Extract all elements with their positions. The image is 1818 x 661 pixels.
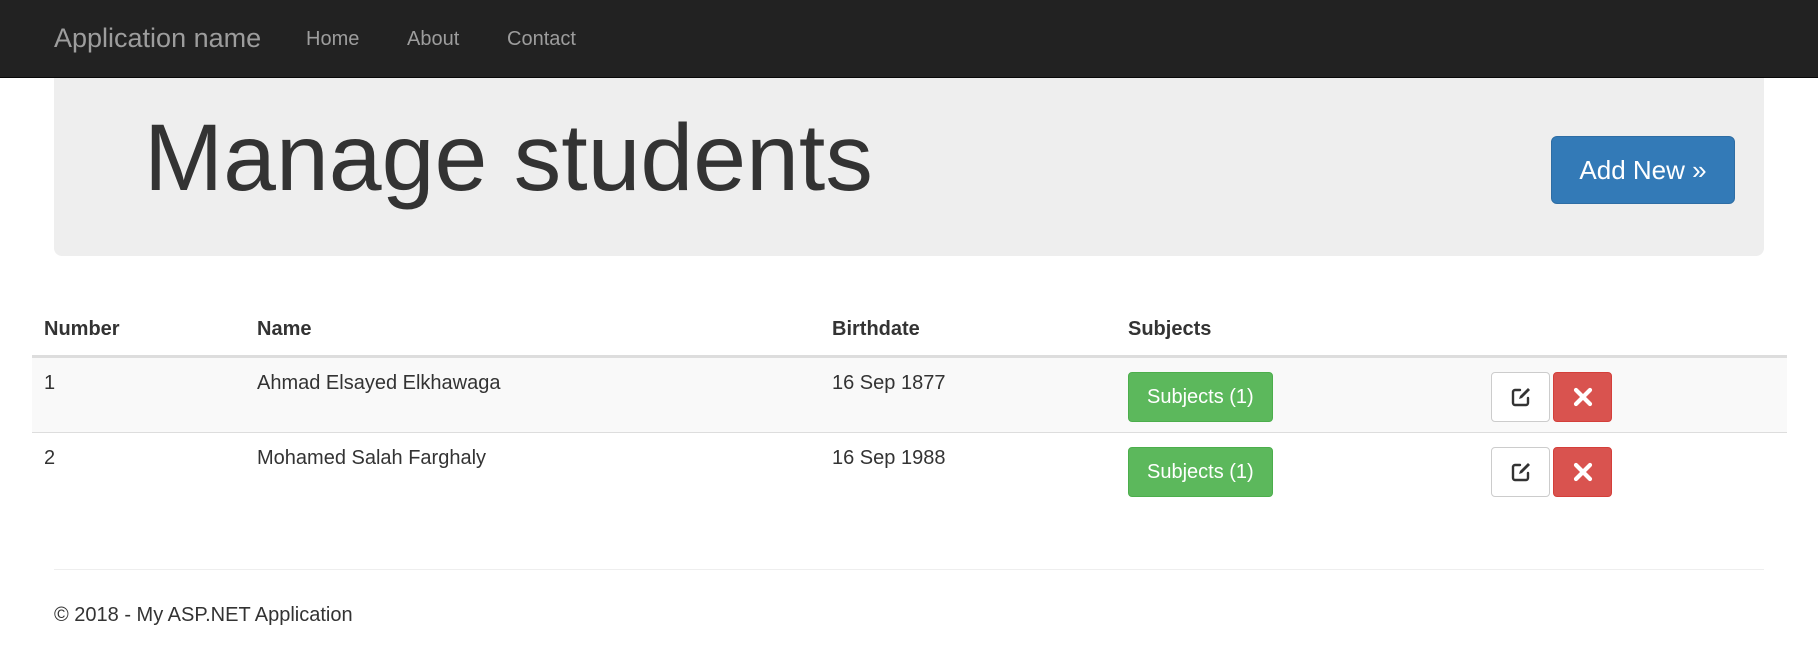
- student-birthdate: 16 Sep 1877: [820, 355, 1116, 432]
- subjects-button[interactable]: Subjects (1): [1128, 371, 1273, 422]
- table-header-row: Number Name Birthdate Subjects: [32, 305, 1787, 358]
- column-header-name: Name: [245, 305, 820, 358]
- column-header-number: Number: [32, 305, 245, 358]
- column-header-actions: [1479, 305, 1787, 358]
- students-table: Number Name Birthdate Subjects 1 Ahmad E…: [32, 305, 1787, 508]
- nav-link-contact[interactable]: Contact: [507, 27, 576, 51]
- student-name: Ahmad Elsayed Elkhawaga: [245, 355, 820, 432]
- actions-cell: [1479, 431, 1787, 508]
- edit-button[interactable]: [1491, 446, 1550, 497]
- page-header: Manage students Add New »: [54, 78, 1764, 256]
- footer-divider: [54, 569, 1764, 570]
- edit-button[interactable]: [1491, 371, 1550, 422]
- student-number: 1: [32, 355, 245, 432]
- delete-button[interactable]: [1553, 446, 1612, 497]
- page-title: Manage students: [144, 105, 873, 211]
- nav-link-home[interactable]: Home: [306, 27, 359, 51]
- brand-link[interactable]: Application name: [54, 22, 261, 54]
- table-row: 2 Mohamed Salah Farghaly 16 Sep 1988 Sub…: [32, 431, 1787, 508]
- footer-copyright: © 2018 - My ASP.NET Application: [54, 604, 353, 626]
- subjects-cell: Subjects (1): [1116, 355, 1479, 432]
- nav-link-about[interactable]: About: [407, 27, 459, 51]
- edit-icon: [1511, 387, 1530, 406]
- edit-icon: [1511, 462, 1530, 481]
- column-header-subjects: Subjects: [1116, 305, 1479, 358]
- student-number: 2: [32, 431, 245, 508]
- column-header-birthdate: Birthdate: [820, 305, 1116, 358]
- close-icon: [1573, 387, 1592, 406]
- close-icon: [1573, 462, 1592, 481]
- student-name: Mohamed Salah Farghaly: [245, 431, 820, 508]
- navbar: Application name Home About Contact: [0, 0, 1818, 78]
- add-new-button[interactable]: Add New »: [1551, 136, 1735, 204]
- actions-cell: [1479, 355, 1787, 432]
- delete-button[interactable]: [1553, 371, 1612, 422]
- student-birthdate: 16 Sep 1988: [820, 431, 1116, 508]
- subjects-cell: Subjects (1): [1116, 431, 1479, 508]
- students-table-container: Number Name Birthdate Subjects 1 Ahmad E…: [32, 305, 1787, 508]
- table-row: 1 Ahmad Elsayed Elkhawaga 16 Sep 1877 Su…: [32, 355, 1787, 432]
- subjects-button[interactable]: Subjects (1): [1128, 446, 1273, 497]
